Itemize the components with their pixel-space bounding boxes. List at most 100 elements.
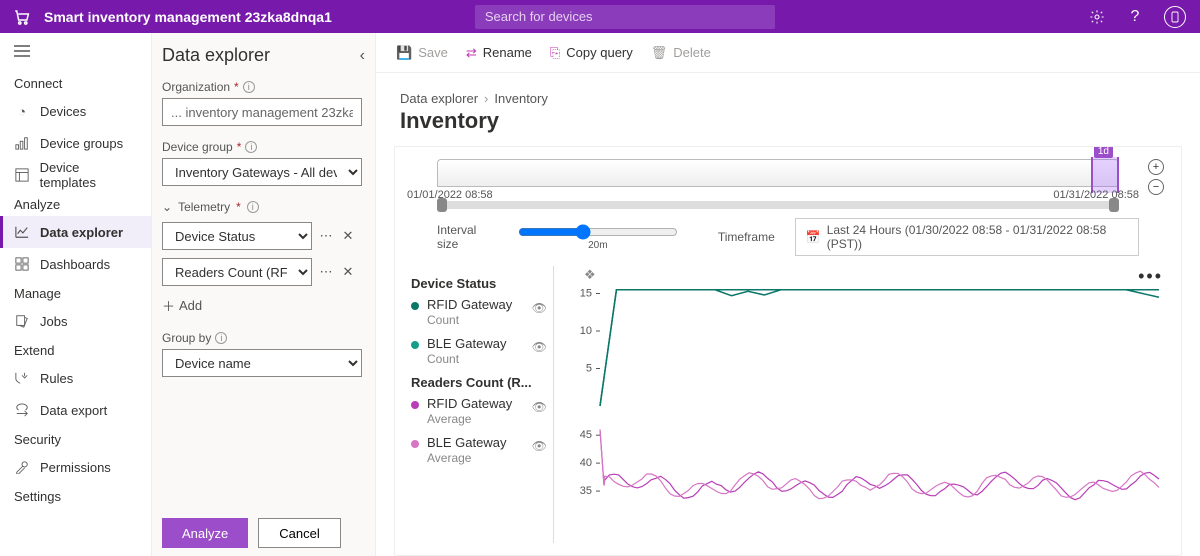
info-icon[interactable]: i [243, 81, 255, 93]
collapse-panel-icon[interactable]: ‹ [360, 47, 365, 65]
search-input[interactable]: Search for devices [475, 5, 775, 29]
search-placeholder: Search for devices [485, 9, 593, 24]
interval-label: Interval size [437, 223, 498, 251]
remove-icon[interactable]: ✕ [340, 228, 356, 244]
visibility-icon[interactable]: 👁 [532, 439, 547, 453]
legend-group-title: Readers Count (R... [411, 375, 543, 390]
chart-container: 1d 01/01/2022 08:58 01/31/2022 08:58 + −… [394, 146, 1182, 556]
nav-item-permissions[interactable]: Permissions [0, 451, 151, 483]
nav-section-manage: Manage [0, 280, 151, 305]
nav-item-device-templates[interactable]: Device templates [0, 159, 151, 191]
nav-item-dashboards[interactable]: Dashboards [0, 248, 151, 280]
telemetry-label[interactable]: ⌄Telemetry*i [162, 200, 365, 214]
legend-swatch-icon [411, 341, 419, 349]
nav-section-connect: Connect [0, 70, 151, 95]
groupby-select[interactable]: Device name [162, 349, 362, 377]
legend-item[interactable]: BLE GatewayCount👁 [411, 336, 543, 367]
zoom-out-icon[interactable]: − [1148, 179, 1164, 195]
visibility-icon[interactable]: 👁 [532, 400, 547, 414]
jobs-icon [14, 313, 30, 329]
info-icon[interactable]: i [247, 201, 259, 213]
app-header: Smart inventory management 23zka8dnqa1 S… [0, 0, 1200, 33]
nav-item-devices[interactable]: ◔Devices [0, 95, 151, 127]
legend-group-title: Device Status [411, 276, 543, 291]
plus-icon: ＋ [162, 296, 175, 315]
device-group-select[interactable]: Inventory Gateways - All devices [162, 158, 362, 186]
telemetry-select-0[interactable]: Device Status [162, 222, 312, 250]
organization-label: Organization*i [162, 80, 365, 94]
device-status-chart: 51015 [570, 266, 1169, 416]
more-icon[interactable]: ⋯ [318, 264, 334, 280]
data-explorer-icon [14, 224, 30, 240]
timeframe-label: Timeframe [718, 230, 775, 244]
user-avatar-icon[interactable] [1164, 6, 1186, 28]
main-content: 💾Save ⇄Rename ⎘Copy query 🗑Delete Data e… [376, 33, 1200, 556]
dashboards-icon [14, 256, 30, 272]
svg-text:35: 35 [580, 485, 592, 497]
nav-item-data-export[interactable]: Data export [0, 394, 151, 426]
copy-query-button[interactable]: ⎘Copy query [550, 45, 633, 61]
analyze-button[interactable]: Analyze [162, 518, 248, 548]
legend-item[interactable]: RFID GatewayCount👁 [411, 297, 543, 328]
time-range-overview[interactable]: 1d 01/01/2022 08:58 01/31/2022 08:58 + − [407, 159, 1169, 214]
timeline-overview-box[interactable] [437, 159, 1119, 187]
nav-item-rules[interactable]: Rules [0, 362, 151, 394]
nav-item-jobs[interactable]: Jobs [0, 305, 151, 337]
settings-gear-icon[interactable] [1088, 8, 1106, 26]
visibility-icon[interactable]: 👁 [532, 301, 547, 315]
add-telemetry-button[interactable]: ＋Add [162, 296, 365, 315]
app-logo-icon [12, 7, 32, 27]
panel-title: Data explorer [162, 45, 270, 66]
help-icon[interactable]: ? [1126, 8, 1144, 26]
range-badge: 1d [1094, 146, 1113, 158]
remove-icon[interactable]: ✕ [340, 264, 356, 280]
info-icon[interactable]: i [245, 141, 257, 153]
organization-input[interactable] [162, 98, 362, 126]
chevron-right-icon: › [484, 91, 488, 106]
more-icon[interactable]: ⋯ [318, 228, 334, 244]
chart-more-icon[interactable]: ••• [1138, 266, 1163, 287]
save-button[interactable]: 💾Save [396, 45, 448, 61]
range-slider[interactable] [437, 201, 1119, 209]
telemetry-row: Readers Count (RF... ⋯ ✕ [162, 258, 365, 286]
legend-item[interactable]: RFID GatewayAverage👁 [411, 396, 543, 427]
nav-section-settings: Settings [0, 483, 151, 508]
svg-text:45: 45 [580, 429, 592, 441]
legend-swatch-icon [411, 401, 419, 409]
chart-plot: ❖ ••• 51015 354045 [553, 266, 1169, 543]
legend-swatch-icon [411, 440, 419, 448]
device-groups-icon [14, 135, 30, 151]
visibility-icon[interactable]: 👁 [532, 340, 547, 354]
breadcrumb-current: Inventory [494, 91, 547, 106]
device-templates-icon [14, 167, 30, 183]
timeframe-picker[interactable]: 📅 Last 24 Hours (01/30/2022 08:58 - 01/3… [795, 218, 1139, 256]
telemetry-row: Device Status ⋯ ✕ [162, 222, 365, 250]
permissions-icon [14, 459, 30, 475]
rename-icon: ⇄ [466, 45, 477, 61]
chart-legend: Device Status RFID GatewayCount👁 BLE Gat… [407, 266, 547, 543]
legend-swatch-icon [411, 302, 419, 310]
query-toolbar: 💾Save ⇄Rename ⎘Copy query 🗑Delete [376, 33, 1200, 73]
info-icon[interactable]: i [215, 332, 227, 344]
cancel-button[interactable]: Cancel [258, 518, 340, 548]
svg-text:10: 10 [580, 325, 592, 337]
delete-icon: 🗑 [651, 45, 668, 61]
breadcrumb-root[interactable]: Data explorer [400, 91, 478, 106]
nav-item-data-explorer[interactable]: Data explorer [0, 216, 151, 248]
breadcrumb: Data explorer › Inventory [376, 73, 1200, 106]
delete-button[interactable]: 🗑Delete [651, 45, 711, 61]
page-title: Inventory [376, 106, 1200, 146]
timeline-selection[interactable] [1091, 157, 1119, 193]
legend-item[interactable]: BLE GatewayAverage👁 [411, 435, 543, 466]
rename-button[interactable]: ⇄Rename [466, 45, 532, 61]
rules-icon [14, 370, 30, 386]
layers-icon[interactable]: ❖ [584, 267, 596, 283]
telemetry-select-1[interactable]: Readers Count (RF... [162, 258, 312, 286]
interval-slider[interactable]: 20m [518, 224, 678, 251]
nav-item-device-groups[interactable]: Device groups [0, 127, 151, 159]
readers-count-chart: 354045 [570, 419, 1169, 529]
left-nav: Connect ◔Devices Device groups Device te… [0, 33, 152, 556]
nav-toggle-icon[interactable] [0, 41, 151, 70]
range-start-label: 01/01/2022 08:58 [407, 189, 493, 201]
zoom-in-icon[interactable]: + [1148, 159, 1164, 175]
